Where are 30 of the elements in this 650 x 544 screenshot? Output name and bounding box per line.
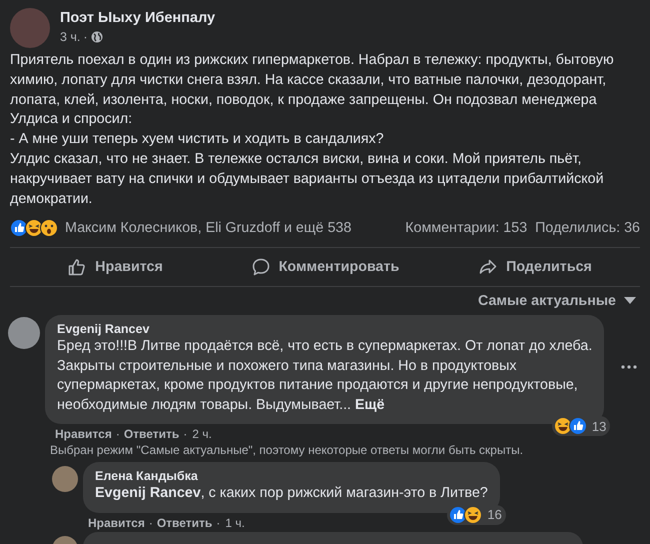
comment-action-link[interactable]: Нравится (88, 516, 145, 530)
comment-action-link[interactable]: Ответить (156, 516, 212, 530)
filter-notice: Выбран режим "Самые актуальные", поэтому некоторые ответы могли быть скрыты. (50, 443, 524, 458)
comment-button[interactable]: Комментировать (220, 248, 430, 286)
comment-time[interactable]: 2 ч. (192, 427, 212, 442)
reactions-summary[interactable]: Максим Колесников, Eli Gruzdoff и ещё 538 (65, 220, 352, 236)
mention-link[interactable]: Evgenij Rancev (95, 485, 201, 502)
commenter-name[interactable]: Елена Кандыбка (95, 469, 488, 484)
author-name[interactable]: Поэт Ыыху Ибенпалу (60, 10, 216, 26)
commenter-name[interactable]: Evgenij Rancev (57, 322, 592, 336)
separator-dot: · (216, 516, 220, 530)
separator-dot: · (183, 427, 188, 442)
separator-dot: · (83, 30, 88, 44)
comment-time[interactable]: 1 ч. (225, 516, 245, 530)
comment-text: Evgenij Rancev, с каких пор рижский магазин-это в Литве? (95, 484, 488, 504)
comment-text: Бред это!!!В Литве продаётся всё, что есть в супермаркетах. От лопат до хлеба. Закрыты строительные и похожего типа магазины. Но в продуктовых супермаркетах, кроме продуктов питание продаются и другие непродуктовые, необходимые людям товары. Выдумывает... Ещё (57, 337, 592, 415)
separator-dot: · (116, 427, 120, 442)
post-text: Приятель поехал в один из рижских гипермаркетов. Набрал в тележку: продукты, бытовую химию, лопату для чистки снега взял. На кассе сказали, что ватные палочки, дезодорант, лопата, клей, изолента, носки, поводок, к продаже запрещены. Он подозвал менеджера Улдиса и спросил: - А мне уши теперь хуем чистить и ходить в сандалиях? Улдис сказал, что не знает. В тележке остался виски, вина и соки. Мой приятель пьёт, накручивает вату на спички и обдумывает варианты отъезда из цитадели прибалтийской демократии. (10, 51, 615, 209)
share-button[interactable]: Поделиться (430, 248, 640, 286)
reaction-count-badge[interactable]: 13 (552, 416, 610, 436)
see-more-link[interactable]: Ещё (355, 396, 385, 413)
comment-action-link[interactable]: Ответить (124, 427, 180, 442)
separator-dot: · (148, 516, 153, 530)
post-time[interactable]: 3 ч. (60, 30, 80, 44)
sort-dropdown[interactable]: Самые актуальные (474, 289, 640, 314)
comments-count[interactable]: Комментарии: 153 (405, 220, 528, 236)
comment-action-link[interactable]: Нравится (55, 427, 112, 442)
like-button[interactable]: Нравится (10, 248, 220, 286)
reaction-count-badge[interactable]: 16 (447, 504, 506, 525)
shares-count[interactable]: Поделились: 36 (535, 220, 640, 236)
